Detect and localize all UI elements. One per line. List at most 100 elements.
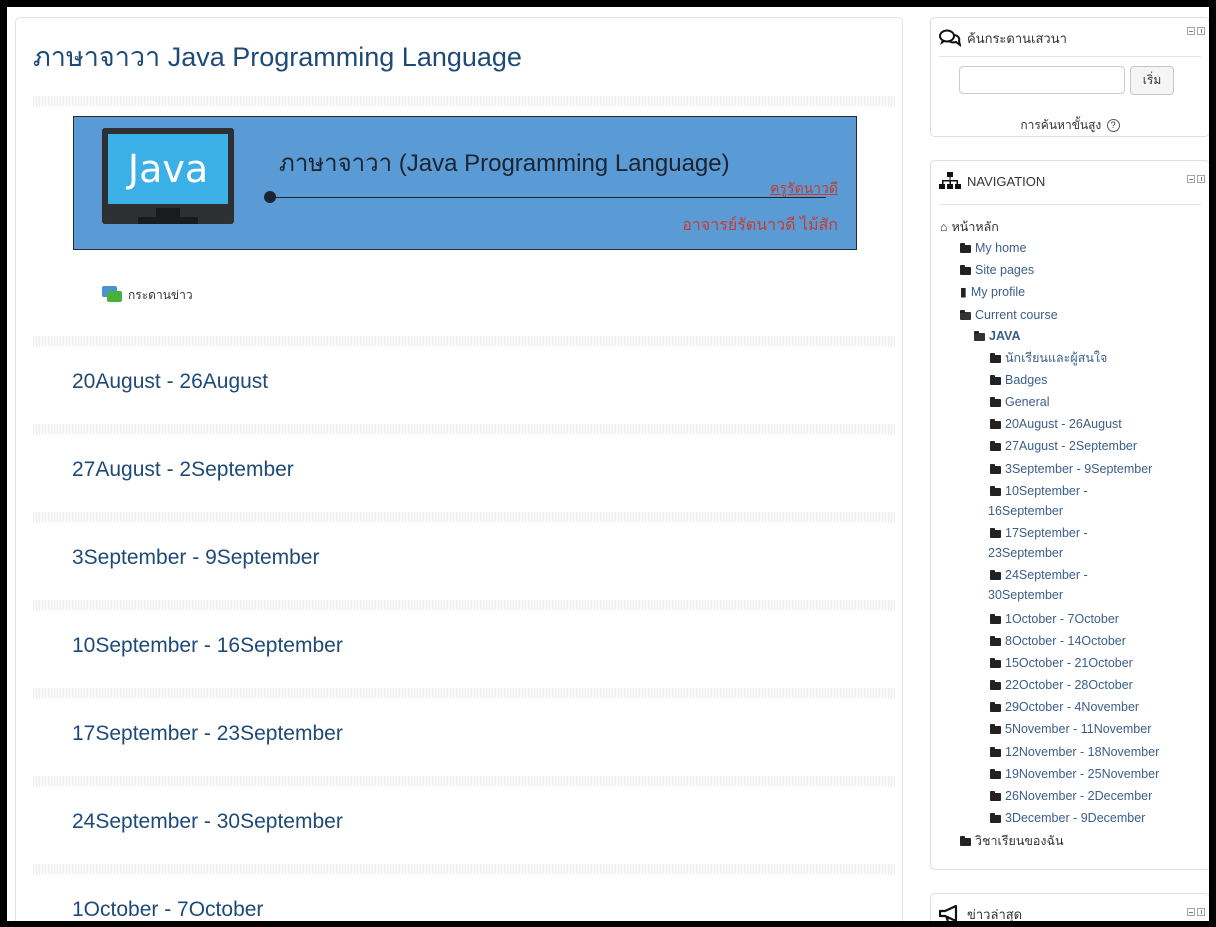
section-divider	[33, 688, 895, 698]
folder-icon	[960, 265, 971, 275]
advanced-search-label: การค้นหาขั้นสูง	[1020, 118, 1102, 132]
folder-icon	[990, 375, 1001, 385]
nav-course-java[interactable]: JAVA	[974, 328, 1021, 344]
folder-icon	[990, 813, 1001, 823]
nav-course-item[interactable]: 5November - 11November	[990, 721, 1151, 737]
nav-course-item[interactable]: 3December - 9December	[990, 810, 1145, 826]
block-title: ค้นกระดานเสวนา	[967, 30, 1067, 46]
nav-course-item[interactable]: 26November - 2December	[990, 788, 1152, 804]
nav-course-item[interactable]: 10September -	[990, 483, 1088, 499]
user-icon: ▮	[960, 285, 967, 299]
news-forum-link[interactable]: กระดานข่าว	[102, 283, 193, 307]
nav-my-home[interactable]: My home	[960, 240, 1026, 256]
latest-news-block: ข่าวล่าสุด	[930, 893, 1209, 922]
sitemap-icon	[939, 172, 961, 189]
advanced-search-link[interactable]: การค้นหาขั้นสูง ?	[931, 116, 1209, 135]
banner-line	[270, 197, 826, 198]
nav-course-item[interactable]: 12November - 18November	[990, 744, 1159, 760]
browser-frame: ภาษาจาวา Java Programming Language Java …	[0, 0, 1216, 927]
help-icon[interactable]: ?	[1106, 119, 1120, 133]
news-forum-label: กระดานข่าว	[128, 287, 193, 302]
file-icon	[960, 243, 971, 253]
nav-course-item[interactable]: 17September -	[990, 525, 1088, 541]
bullhorn-icon	[939, 905, 958, 921]
nav-course-item[interactable]: 15October - 21October	[990, 655, 1133, 671]
folder-icon	[990, 464, 1001, 474]
minimize-icon[interactable]	[1187, 175, 1195, 183]
search-button[interactable]: เริ่ม	[1130, 66, 1174, 95]
nav-course-item[interactable]: 3September - 9September	[990, 461, 1152, 477]
dock-icon[interactable]	[1197, 908, 1205, 916]
nav-my-profile[interactable]: ▮ My profile	[960, 284, 1025, 300]
nav-my-courses[interactable]: วิชาเรียนของฉัน	[960, 833, 1064, 849]
folder-open-icon	[974, 331, 985, 341]
block-header: ค้นกระดานเสวนา	[939, 24, 1201, 52]
section-title[interactable]: 20August - 26August	[72, 370, 268, 394]
nav-course-item[interactable]: 8October - 14October	[990, 633, 1126, 649]
folder-open-icon	[960, 310, 971, 320]
section-divider	[33, 776, 895, 786]
nav-course-item-wrap[interactable]: 23September	[988, 545, 1063, 561]
course-content: ภาษาจาวา Java Programming Language Java …	[15, 17, 903, 921]
block-title: NAVIGATION	[967, 173, 1046, 189]
block-controls	[1187, 175, 1205, 183]
minimize-icon[interactable]	[1187, 27, 1195, 35]
section-title[interactable]: 1October - 7October	[72, 898, 263, 921]
folder-icon	[990, 419, 1001, 429]
nav-course-item[interactable]: 24September -	[990, 567, 1088, 583]
forum-icon	[102, 286, 122, 304]
folder-icon	[990, 680, 1001, 690]
nav-home[interactable]: ⌂ หน้าหลัก	[940, 219, 999, 235]
block-header: ข่าวล่าสุด	[939, 900, 1201, 922]
section-title[interactable]: 3September - 9September	[72, 546, 319, 570]
folder-icon	[990, 791, 1001, 801]
section-title[interactable]: 27August - 2September	[72, 458, 294, 482]
folder-icon	[990, 397, 1001, 407]
nav-course-item[interactable]: 19November - 25November	[990, 766, 1159, 782]
banner-title: ภาษาจาวา (Java Programming Language)	[279, 150, 730, 177]
dock-icon[interactable]	[1197, 27, 1205, 35]
nav-course-item[interactable]: นักเรียนและผู้สนใจ	[990, 350, 1107, 366]
nav-course-item[interactable]: Badges	[990, 372, 1047, 388]
block-header: NAVIGATION	[939, 167, 1201, 195]
folder-icon	[990, 614, 1001, 624]
folder-icon	[990, 636, 1001, 646]
folder-icon	[960, 836, 971, 846]
nav-site-pages[interactable]: Site pages	[960, 262, 1034, 278]
nav-course-item[interactable]: 1October - 7October	[990, 611, 1119, 627]
dock-icon[interactable]	[1197, 175, 1205, 183]
search-input[interactable]	[959, 66, 1125, 94]
nav-current-course[interactable]: Current course	[960, 307, 1058, 323]
folder-icon	[990, 658, 1001, 668]
section-divider	[33, 96, 895, 106]
banner-author: อาจารย์รัตนาวดี ไม้สัก	[682, 217, 838, 234]
folder-icon	[990, 724, 1001, 734]
nav-course-item[interactable]: General	[990, 394, 1049, 410]
folder-icon	[990, 769, 1001, 779]
nav-course-item[interactable]: 20August - 26August	[990, 416, 1122, 432]
section-title[interactable]: 24September - 30September	[72, 810, 343, 834]
course-banner: Java ภาษาจาวา (Java Programming Language…	[73, 116, 857, 250]
section-divider	[33, 424, 895, 434]
section-title[interactable]: 17September - 23September	[72, 722, 343, 746]
section-divider	[33, 336, 895, 346]
section-divider	[33, 600, 895, 610]
block-title: ข่าวล่าสุด	[967, 906, 1023, 922]
block-controls	[1187, 27, 1205, 35]
block-controls	[1187, 908, 1205, 916]
navigation-block: NAVIGATION ⌂ หน้าหลัก My home Site pages …	[930, 160, 1209, 870]
nav-course-item-wrap[interactable]: 16September	[988, 503, 1063, 519]
minimize-icon[interactable]	[1187, 908, 1195, 916]
search-forums-block: ค้นกระดานเสวนา เริ่ม การค้นหาขั้นสูง ?	[930, 17, 1209, 137]
nav-course-item[interactable]: 29October - 4November	[990, 699, 1139, 715]
folder-icon	[990, 747, 1001, 757]
section-divider	[33, 864, 895, 874]
comments-icon	[939, 29, 961, 47]
home-icon: ⌂	[940, 220, 948, 234]
nav-course-item[interactable]: 27August - 2September	[990, 438, 1137, 454]
nav-course-item-wrap[interactable]: 30September	[988, 587, 1063, 603]
banner-screen-text: Java	[108, 134, 228, 204]
folder-icon	[990, 486, 1001, 496]
nav-course-item[interactable]: 22October - 28October	[990, 677, 1133, 693]
section-title[interactable]: 10September - 16September	[72, 634, 343, 658]
